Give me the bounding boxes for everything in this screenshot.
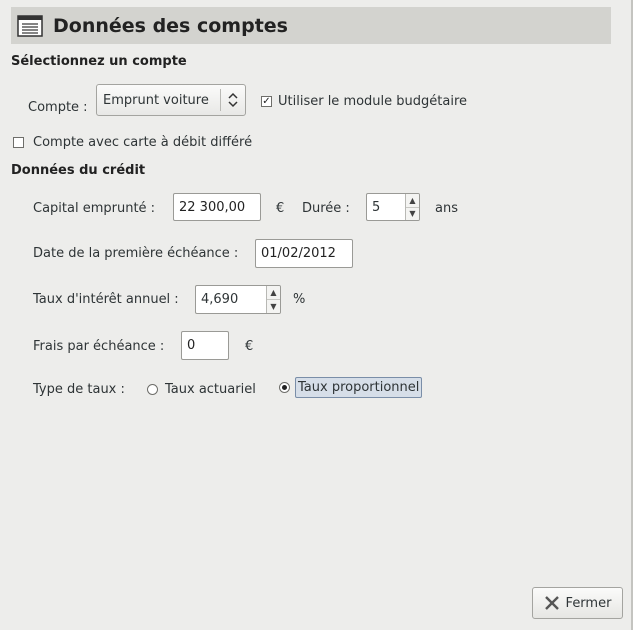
budget-module-checkbox[interactable]: ✓ <box>261 96 272 107</box>
rate-actuarial-option[interactable]: Taux actuariel <box>147 382 256 397</box>
duration-spinner[interactable]: 5 ▲ ▼ <box>366 193 420 221</box>
capital-label: Capital emprunté : <box>33 201 156 216</box>
rate-decrement-button[interactable]: ▼ <box>267 300 280 313</box>
deferred-card-label: Compte avec carte à débit différé <box>33 135 253 150</box>
dialog-header: Données des comptes <box>11 7 611 44</box>
rate-proportional-radio[interactable] <box>279 382 290 393</box>
rate-actuarial-radio[interactable] <box>147 384 158 395</box>
deferred-card-checkbox[interactable] <box>13 137 24 148</box>
budget-module-option[interactable]: ✓ Utiliser le module budgétaire <box>261 94 467 109</box>
rate-proportional-label: Taux proportionnel <box>295 377 423 398</box>
capital-currency: € <box>276 201 285 216</box>
rate-label: Taux d'intérêt annuel : <box>33 292 179 307</box>
budget-module-label: Utiliser le module budgétaire <box>278 94 468 109</box>
page-title: Données des comptes <box>53 14 288 37</box>
rate-actuarial-label: Taux actuariel <box>165 382 256 397</box>
rate-increment-button[interactable]: ▲ <box>267 286 280 300</box>
close-icon <box>544 596 559 610</box>
close-button[interactable]: Fermer <box>532 587 623 619</box>
rate-spinner[interactable]: 4,690 ▲ ▼ <box>195 285 281 314</box>
first-due-label: Date de la première échéance : <box>33 246 239 261</box>
duration-unit: ans <box>435 201 458 216</box>
close-button-label: Fermer <box>565 595 612 611</box>
fees-unit: € <box>245 339 254 354</box>
duration-value: 5 <box>372 199 381 215</box>
account-label: Compte : <box>28 100 88 115</box>
updown-chevron-icon <box>221 92 245 108</box>
account-combo[interactable]: Emprunt voiture <box>96 84 246 116</box>
credit-data-heading: Données du crédit <box>11 163 146 178</box>
capital-input[interactable]: 22 300,00 <box>173 193 261 221</box>
rate-type-label: Type de taux : <box>33 382 125 397</box>
duration-decrement-button[interactable]: ▼ <box>406 208 419 221</box>
duration-label: Durée : <box>302 201 350 216</box>
rate-unit: % <box>293 292 306 307</box>
account-combo-value: Emprunt voiture <box>103 92 209 108</box>
rate-value: 4,690 <box>201 292 239 307</box>
rate-proportional-option[interactable]: Taux proportionnel <box>279 377 423 398</box>
duration-increment-button[interactable]: ▲ <box>406 194 419 208</box>
select-account-heading: Sélectionnez un compte <box>11 54 187 69</box>
fees-label: Frais par échéance : <box>33 339 165 354</box>
deferred-card-option[interactable]: Compte avec carte à débit différé <box>13 135 252 150</box>
fees-input[interactable]: 0 <box>181 331 229 360</box>
list-icon <box>17 14 43 37</box>
first-due-date-input[interactable]: 01/02/2012 <box>255 239 353 268</box>
